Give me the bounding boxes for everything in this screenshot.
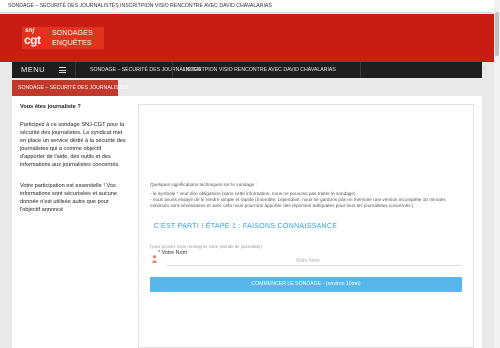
start-survey-button[interactable]: COMMENCER LE SONDAGE - (environ 10mn) bbox=[150, 277, 462, 292]
logo-line-enquetes: ENQUÊTES bbox=[52, 38, 92, 47]
sidebar-text-line: l'objectif annoncé bbox=[20, 207, 64, 213]
nav-divider bbox=[75, 62, 76, 78]
form-intro-title: Quelques significations techniques sur l… bbox=[150, 182, 257, 187]
sidebar-text-line: informations aux journalistes concernés. bbox=[20, 162, 120, 168]
topbar-divider bbox=[113, 2, 114, 10]
logo-line-sondages: SONDAGES bbox=[52, 28, 93, 37]
sidebar-heading: Vous êtes journaliste ? bbox=[20, 104, 81, 110]
sidebar-text-line: en place un service dédié à la sécurité … bbox=[20, 138, 126, 144]
sidebar-text-line: donnée n'est utilisée autre que pour bbox=[20, 199, 109, 205]
sidebar-text-line: sécurité des journalistes. Le syndicat m… bbox=[20, 130, 123, 136]
sidebar-text-line: Votre participation est essentielle ! Vo… bbox=[20, 183, 116, 189]
name-input[interactable] bbox=[166, 257, 462, 266]
person-icon bbox=[152, 255, 157, 263]
scrollbar-thumb[interactable] bbox=[495, 12, 499, 56]
logo-cgt-text: cgt bbox=[24, 33, 41, 47]
site-logo[interactable]: snj cgt SONDAGES ENQUÊTES bbox=[22, 27, 104, 49]
chevron-right-icon[interactable]: › bbox=[483, 65, 485, 72]
top-bar: SONDAGE – SÉCURITÉ DES JOURNALISTES INSC… bbox=[0, 0, 500, 13]
form-intro-line: minimum sont nécessaires et avec cela no… bbox=[150, 203, 414, 208]
name-field-label: * Votre Nom bbox=[158, 250, 188, 256]
topbar-link-inscription[interactable]: INSCRITPION VISIO RENCONTRE AVEC DAVID C… bbox=[120, 3, 272, 9]
nav-divider bbox=[172, 62, 173, 78]
sidebar-text-line: informations sont sécurisées et aucune bbox=[20, 191, 118, 197]
main-nav: MENU SONDAGE – SÉCURITÉ DES JOURNALISTES… bbox=[12, 62, 485, 78]
topbar-link-sondage[interactable]: SONDAGE – SÉCURITÉ DES JOURNALISTES bbox=[8, 3, 119, 9]
hamburger-icon[interactable] bbox=[59, 67, 66, 75]
step-title: C'EST PARTI ! ÉTAPE 1 : FAISONS CONNAISS… bbox=[154, 223, 338, 230]
active-page-tab-label: SONDAGE – SÉCURITÉ DES JOURNALISTES bbox=[18, 85, 129, 91]
sidebar-text-line: Participez à ce sondage SNJ-CGT pour la bbox=[20, 122, 125, 128]
sidebar-text-line: d'apporter de l'aide, des outils et des bbox=[20, 154, 111, 160]
nav-divider bbox=[360, 62, 361, 78]
menu-toggle-label[interactable]: MENU bbox=[21, 65, 45, 74]
sidebar-text-line: journalistes qui a comme objectif bbox=[20, 146, 102, 152]
nav-item-inscription[interactable]: INSCRITPION VISIO RENCONTRE AVEC DAVID C… bbox=[184, 67, 336, 73]
active-page-tab[interactable]: SONDAGE – SÉCURITÉ DES JOURNALISTES bbox=[12, 80, 129, 96]
name-field-hint: (vous pouvez nous renseigner votre pseud… bbox=[150, 244, 262, 249]
start-survey-button-label: COMMENCER LE SONDAGE - (environ 10mn) bbox=[251, 281, 361, 287]
form-intro-line: - nous avons essayé de le rendre simple … bbox=[150, 197, 446, 202]
form-intro-line: - le symbole * veut dire obligatoire (sa… bbox=[150, 191, 356, 196]
